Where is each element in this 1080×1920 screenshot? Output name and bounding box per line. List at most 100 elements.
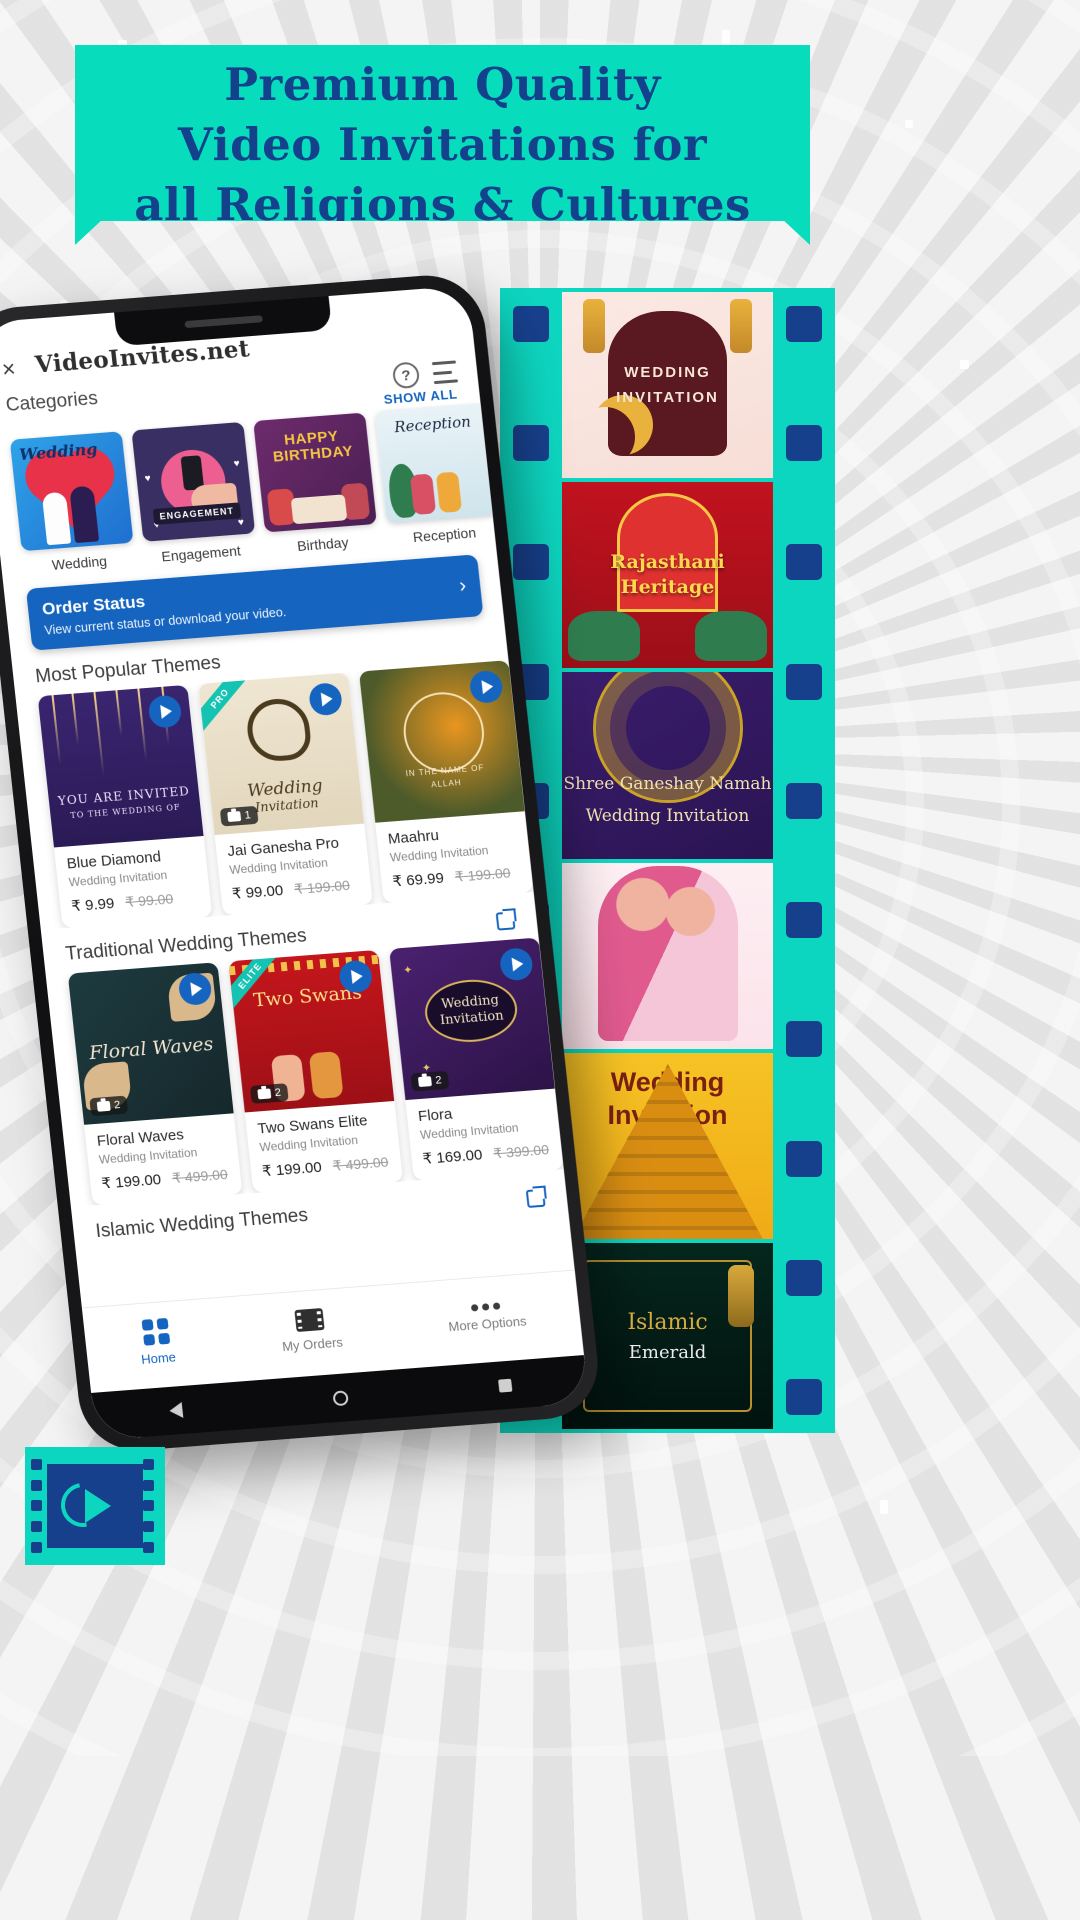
category-art-text: ENGAGEMENT xyxy=(152,502,241,525)
person-figure xyxy=(409,473,437,515)
theme-art-title: Floral Waves xyxy=(88,1032,215,1065)
banner-line-2: Video Invitations for xyxy=(177,117,708,171)
category-item-engagement[interactable]: ♥ ♥ ♥ ♥ ENGAGEMENT Engagement xyxy=(131,421,257,566)
theme-row-most-popular[interactable]: YOU ARE INVITED TO THE WEDDING OF Blue D… xyxy=(16,660,534,930)
home-icon[interactable] xyxy=(331,1389,349,1406)
frame-subtitle: Heritage xyxy=(620,576,715,599)
theme-old-price: ₹ 499.00 xyxy=(331,1153,390,1174)
heart-icon: ♥ xyxy=(144,473,152,485)
frame-subtitle: INVITATION xyxy=(616,389,719,407)
camera-icon xyxy=(227,811,242,823)
theme-card[interactable]: Floral Waves 2 Floral Waves Wedding Invi… xyxy=(67,962,243,1206)
category-item-birthday[interactable]: HAPPY BIRTHDAY Birthday xyxy=(253,412,379,557)
theme-art-subtitle: ALLAH xyxy=(430,778,463,790)
open-external-icon[interactable] xyxy=(525,1188,546,1208)
play-button[interactable] xyxy=(468,669,504,705)
light-drip xyxy=(93,691,105,776)
calligraphy-ring xyxy=(399,689,489,775)
theme-card[interactable]: YOU ARE INVITED TO THE WEDDING OF Blue D… xyxy=(37,684,213,928)
groom-figure xyxy=(308,1051,344,1100)
play-icon xyxy=(350,969,364,984)
filmstrip-perforations-right xyxy=(773,288,835,1433)
theme-row-traditional[interactable]: Floral Waves 2 Floral Waves Wedding Invi… xyxy=(46,937,564,1207)
theme-card[interactable]: PRO Wedding Invitation 1 Jai Ganesha Pro… xyxy=(198,672,373,916)
close-icon[interactable]: × xyxy=(1,355,17,382)
theme-price: ₹ 199.00 xyxy=(261,1158,323,1181)
nav-item-my-orders[interactable]: My Orders xyxy=(278,1307,344,1354)
theme-old-price: ₹ 199.00 xyxy=(454,864,512,885)
back-icon[interactable] xyxy=(168,1402,183,1419)
category-item-reception[interactable]: Reception Reception xyxy=(374,403,496,547)
banner-line-1: Premium Quality xyxy=(224,58,661,111)
filmstrip-frame-wedding-invitation-temple: Wedding Invitation xyxy=(562,1052,773,1239)
theme-card[interactable]: IN THE NAME OF ALLAH Maahru Wedding Invi… xyxy=(358,660,534,904)
nav-label: More Options xyxy=(447,1312,528,1334)
nav-item-more-options[interactable]: More Options xyxy=(446,1300,527,1334)
photo-count-badge: 2 xyxy=(249,1083,289,1104)
nav-label: Home xyxy=(140,1349,177,1367)
theme-old-price: ₹ 499.00 xyxy=(171,1165,229,1187)
chevron-right-icon: › xyxy=(458,574,468,598)
perforation-hole xyxy=(786,1259,822,1296)
camera-icon xyxy=(257,1088,272,1100)
grid-icon xyxy=(141,1317,171,1346)
theme-card[interactable]: ✦ ✦ ✦ Wedding Invitation xyxy=(388,937,564,1181)
open-external-icon[interactable] xyxy=(495,911,516,931)
list-icon[interactable] xyxy=(431,360,459,385)
recents-icon[interactable] xyxy=(497,1378,512,1393)
photo-count-badge: 2 xyxy=(89,1095,129,1117)
photo-count: 2 xyxy=(274,1086,282,1100)
theme-thumbnail: ✦ ✦ ✦ Wedding Invitation xyxy=(388,937,555,1101)
light-drip xyxy=(137,688,148,761)
crescent-moon-icon xyxy=(575,407,635,467)
photo-count: 2 xyxy=(113,1099,121,1112)
perforation-hole xyxy=(786,1021,822,1058)
nav-item-home[interactable]: Home xyxy=(137,1317,177,1367)
confetti-dot xyxy=(722,30,730,46)
perforation-hole xyxy=(786,663,822,700)
screenshot-root: Premium Quality Video Invitations for al… xyxy=(0,0,1080,1920)
category-thumbnail: HAPPY BIRTHDAY xyxy=(253,412,377,533)
play-icon xyxy=(160,704,173,719)
camera-icon xyxy=(417,1076,432,1088)
ganesha-icon xyxy=(244,696,313,763)
play-button[interactable] xyxy=(498,947,534,982)
frame-title: WEDDING xyxy=(624,363,711,381)
play-icon xyxy=(320,691,334,707)
light-drip xyxy=(71,693,80,746)
lantern-icon xyxy=(583,299,606,354)
light-drip xyxy=(51,695,62,765)
theme-card[interactable]: ELITE Two Swans 2 Two Swans Elite Weddin… xyxy=(228,949,404,1193)
theme-thumbnail: ELITE Two Swans 2 xyxy=(228,949,395,1113)
help-icon[interactable]: ? xyxy=(391,361,421,390)
theme-price: ₹ 9.99 xyxy=(70,895,116,916)
category-thumbnail: Reception xyxy=(374,403,496,524)
logo-perforations-right xyxy=(143,1447,159,1565)
theme-price: ₹ 199.00 xyxy=(100,1171,162,1193)
play-button[interactable] xyxy=(307,682,344,717)
category-item-wedding[interactable]: Wedding Wedding xyxy=(9,431,136,575)
play-icon xyxy=(511,956,525,972)
perforation-hole xyxy=(786,1378,822,1415)
cake-icon xyxy=(290,494,348,525)
category-thumbnail: ♥ ♥ ♥ ♥ ENGAGEMENT xyxy=(131,421,256,542)
logo-body xyxy=(47,1464,143,1548)
theme-art-title: IN THE NAME OF xyxy=(405,763,485,779)
theme-price: ₹ 169.00 xyxy=(421,1146,484,1168)
play-icon xyxy=(481,679,494,695)
play-icon xyxy=(190,981,203,997)
categories-title: Categories xyxy=(4,388,99,417)
perforation-hole xyxy=(786,1140,822,1177)
frame-subtitle: Wedding Invitation xyxy=(585,806,750,827)
camera-icon xyxy=(96,1100,111,1112)
play-button[interactable] xyxy=(147,694,183,729)
elephant-icon xyxy=(568,610,641,661)
perforation-hole xyxy=(513,544,549,581)
theme-old-price: ₹ 99.00 xyxy=(124,890,174,911)
filmstrip-frames: WEDDING INVITATION Rajasthani Heritage S… xyxy=(562,288,773,1433)
star-icon: ✦ xyxy=(402,964,414,977)
confetti-dot xyxy=(880,1500,888,1514)
elephant-icon xyxy=(694,610,767,661)
perforation-hole xyxy=(786,425,822,462)
photo-count-badge: 2 xyxy=(410,1070,450,1092)
